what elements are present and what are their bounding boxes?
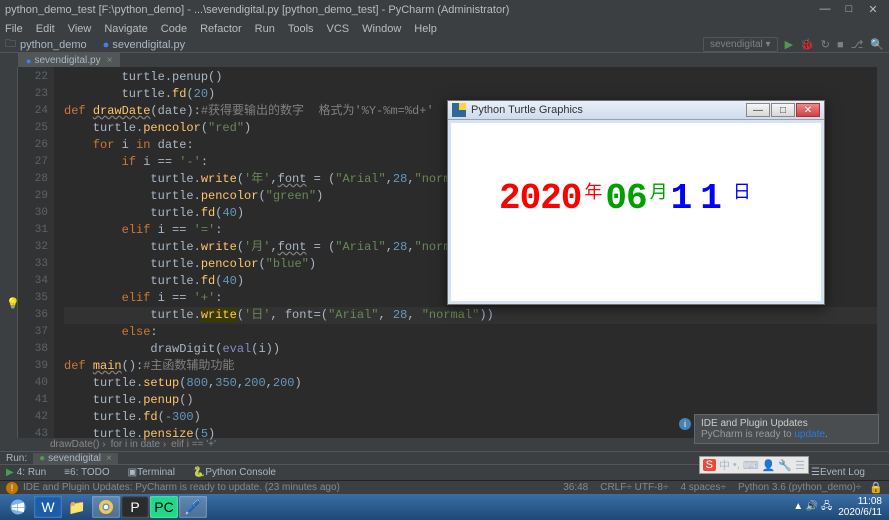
turtle-title-bar[interactable]: Python Turtle Graphics — □ ✕	[448, 101, 824, 120]
event-log[interactable]: ☰ Event Log	[811, 467, 865, 478]
menu-view[interactable]: View	[68, 23, 92, 35]
ime-lang[interactable]: 中	[719, 457, 730, 473]
fold-gutter	[54, 67, 64, 438]
python-icon: ●	[26, 56, 31, 66]
ime-toolbar[interactable]: S 中 •, ⌨ 👤 🔧 ☰	[699, 456, 809, 474]
info-icon: i	[679, 418, 691, 430]
lock-icon[interactable]: 🔒	[869, 481, 883, 494]
menu-file[interactable]: File	[5, 23, 23, 35]
search-button[interactable]: 🔍	[870, 38, 884, 51]
day-label: 日	[733, 178, 751, 204]
turtle-graphics-window[interactable]: Python Turtle Graphics — □ ✕ 2020 年 06 月…	[447, 100, 825, 305]
editor-tab-active[interactable]: ● sevendigital.py ×	[18, 53, 120, 67]
menu-edit[interactable]: Edit	[36, 23, 55, 35]
error-stripe[interactable]	[877, 67, 889, 438]
taskbar-app-chrome[interactable]	[92, 496, 120, 518]
month-digits: 06	[605, 178, 646, 219]
ime-keyboard-icon[interactable]: ⌨	[743, 459, 759, 472]
debug-button[interactable]: 🐞	[800, 38, 814, 51]
info-icon[interactable]: !	[6, 482, 18, 494]
run-label: Run:	[0, 453, 33, 464]
project-folder[interactable]: 🗀 python_demo	[5, 35, 87, 54]
turtle-canvas: 2020 年 06 月 11 日	[448, 120, 824, 304]
turtle-icon	[452, 103, 466, 117]
clock[interactable]: 11:08 2020/6/11	[838, 496, 882, 518]
project-bar: 🗀 python_demo ● sevendigital.py sevendig…	[0, 37, 889, 53]
stop-button[interactable]: ■	[837, 39, 844, 51]
taskbar-app-python[interactable]: 🖊️	[179, 496, 207, 518]
taskbar-app-pycharm-2[interactable]: PC	[150, 496, 178, 518]
run-toolwindow[interactable]: ▶4: Run	[6, 467, 46, 478]
day-digits: 11	[671, 178, 730, 219]
menu-window[interactable]: Window	[362, 23, 401, 35]
line-gutter: 2223242526272829303132333435363738394041…	[18, 67, 54, 438]
start-button[interactable]	[3, 496, 33, 518]
maximize-button[interactable]: □	[838, 3, 860, 17]
window-title-bar: python_demo_test [F:\python_demo] - ...\…	[0, 0, 889, 20]
menu-code[interactable]: Code	[161, 23, 187, 35]
python-icon: ●	[103, 39, 110, 51]
ime-punct-icon[interactable]: •,	[733, 459, 740, 471]
turtle-close[interactable]: ✕	[796, 103, 820, 117]
close-tab-icon[interactable]: ×	[107, 55, 113, 66]
running-icon: ●	[39, 453, 45, 464]
line-ending[interactable]: CRLF÷ UTF-8÷	[600, 482, 668, 493]
run-config-select[interactable]: sevendigital ▾	[703, 37, 778, 52]
menu-help[interactable]: Help	[414, 23, 437, 35]
close-run-tab[interactable]: ×	[106, 453, 112, 464]
update-notification[interactable]: i IDE and Plugin Updates PyCharm is read…	[694, 414, 879, 444]
close-button[interactable]: ✕	[862, 3, 884, 17]
turtle-maximize[interactable]: □	[771, 103, 795, 117]
taskbar-app-pycharm-1[interactable]: P	[121, 496, 149, 518]
terminal-toolwindow[interactable]: ▣ Terminal	[128, 467, 175, 478]
notify-title: IDE and Plugin Updates	[701, 418, 872, 429]
folder-icon: 🗀	[5, 35, 16, 54]
intention-bulb-icon[interactable]: 💡	[6, 297, 20, 310]
git-button[interactable]: ⎇	[851, 38, 864, 51]
minimize-button[interactable]: —	[814, 3, 836, 17]
taskbar-app-explorer[interactable]: 📁	[63, 496, 91, 518]
year-label: 年	[584, 178, 602, 204]
menu-vcs[interactable]: VCS	[327, 23, 350, 35]
editor-tabs: ● sevendigital.py ×	[0, 53, 889, 67]
status-bar: ! IDE and Plugin Updates: PyCharm is rea…	[0, 480, 889, 494]
restart-button[interactable]: ↻	[821, 38, 830, 51]
console-toolwindow[interactable]: 🐍 Python Console	[193, 467, 276, 478]
status-message: IDE and Plugin Updates: PyCharm is ready…	[23, 482, 340, 493]
ime-logo-icon: S	[703, 459, 716, 471]
run-tab[interactable]: ● sevendigital ×	[33, 453, 118, 464]
menu-tools[interactable]: Tools	[288, 23, 314, 35]
menu-refactor[interactable]: Refactor	[200, 23, 242, 35]
windows-logo-icon	[9, 498, 27, 516]
play-icon: ▶	[6, 467, 14, 478]
taskbar: W 📁 P PC 🖊️ ▲ 🔊 🖧 11:08 2020/6/11	[0, 494, 889, 520]
ime-account-icon[interactable]: 👤	[762, 459, 776, 472]
left-tool-strip	[0, 67, 18, 438]
ime-menu-icon[interactable]: ☰	[795, 459, 805, 472]
update-link[interactable]: update	[794, 429, 825, 440]
taskbar-app-word[interactable]: W	[34, 496, 62, 518]
title-text: python_demo_test [F:\python_demo] - ...\…	[5, 4, 509, 16]
ime-tool-icon[interactable]: 🔧	[778, 459, 792, 472]
month-label: 月	[650, 178, 668, 204]
tray-icons[interactable]: ▲ 🔊 🖧	[793, 499, 832, 516]
notify-body: PyCharm is ready to update.	[701, 429, 872, 440]
interpreter[interactable]: Python 3.6 (python_demo)÷	[738, 482, 861, 493]
menu-bar: File Edit View Navigate Code Refactor Run Tools…	[0, 20, 889, 37]
turtle-minimize[interactable]: —	[746, 103, 770, 117]
indent[interactable]: 4 spaces÷	[680, 482, 726, 493]
cursor-position: 36:48	[563, 482, 588, 493]
todo-toolwindow[interactable]: ≡ 6: TODO	[64, 467, 110, 478]
menu-run[interactable]: Run	[255, 23, 275, 35]
open-file[interactable]: ● sevendigital.py	[103, 39, 185, 51]
year-digits: 2020	[499, 178, 581, 219]
run-button[interactable]: ▶	[785, 38, 793, 51]
menu-navigate[interactable]: Navigate	[104, 23, 147, 35]
